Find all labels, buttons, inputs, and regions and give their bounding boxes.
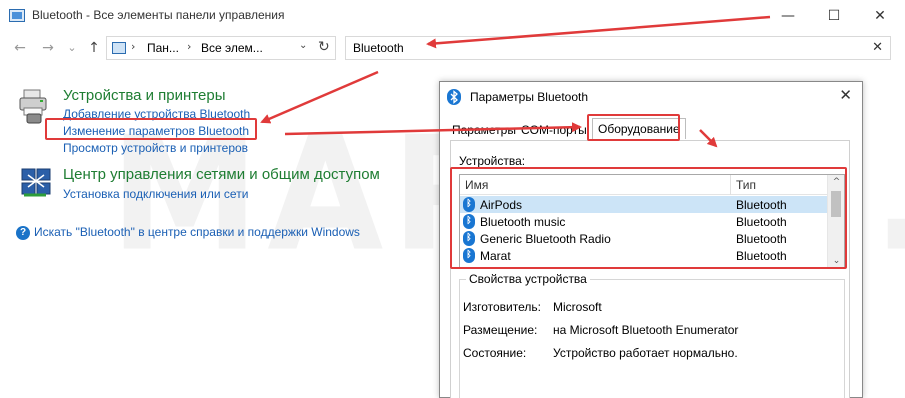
search-input[interactable]: Bluetooth ✕ [345,36,891,60]
category-title-devices[interactable]: Устройства и принтеры [63,87,225,104]
navigation-bar: ← → ⌄ ↑ › Пан... › Все элем... ⌄ ↻ Bluet… [0,32,905,64]
property-value-location: на Microsoft Bluetooth Enumerator [553,323,739,337]
address-dropdown-icon[interactable]: ⌄ [299,40,307,51]
search-value: Bluetooth [353,41,404,55]
category-title-network[interactable]: Центр управления сетями и общим доступом [63,166,380,183]
annotation-highlight-tab [587,114,680,141]
breadcrumb-separator: › [131,40,136,53]
window-title: Bluetooth - Все элементы панели управлен… [32,8,285,22]
device-properties-group: Свойства устройства Изготовитель: Micros… [459,272,845,398]
tab-parameters[interactable]: Параметры [452,123,516,137]
property-label-status: Состояние: [463,346,527,360]
annotation-highlight-devices [450,167,847,269]
property-value-status: Устройство работает нормально. [553,346,738,360]
back-button[interactable]: ← [10,38,30,58]
breadcrumb-separator: › [187,40,192,53]
property-label-manufacturer: Изготовитель: [463,300,541,314]
breadcrumb-item[interactable]: Пан... [147,41,179,55]
up-button[interactable]: ↑ [84,38,104,58]
property-label-location: Размещение: [463,323,538,337]
clear-search-icon[interactable]: ✕ [872,40,883,55]
annotation-highlight-link [45,118,257,140]
breadcrumb-item[interactable]: Все элем... [201,41,263,55]
window-title-bar: Bluetooth - Все элементы панели управлен… [0,0,905,32]
arrow-to-link [260,70,379,124]
dialog-title: Параметры Bluetooth [470,90,589,104]
tab-com-ports[interactable]: COM-порты [521,123,587,137]
recent-locations-button[interactable]: ⌄ [62,38,82,58]
control-panel-icon [9,9,25,22]
maximize-button[interactable]: ☐ [811,4,857,28]
close-button[interactable]: ✕ [857,4,903,28]
bluetooth-icon [447,89,461,105]
forward-button[interactable]: → [38,38,58,58]
help-search-link[interactable]: Искать "Bluetooth" в центре справки и по… [34,225,360,239]
property-value-manufacturer: Microsoft [553,300,602,314]
address-bar[interactable]: › Пан... › Все элем... ⌄ ↻ [106,36,336,60]
link-setup-connection[interactable]: Установка подключения или сети [63,187,248,201]
control-panel-icon [112,42,126,54]
dialog-close-button[interactable]: ✕ [839,86,852,104]
help-icon: ? [16,226,30,240]
properties-legend: Свойства устройства [466,272,590,286]
minimize-button[interactable]: — [765,4,811,28]
link-view-devices-printers[interactable]: Просмотр устройств и принтеров [63,141,248,155]
refresh-icon[interactable]: ↻ [318,39,330,55]
devices-label: Устройства: [459,154,526,168]
network-center-icon [21,168,51,197]
